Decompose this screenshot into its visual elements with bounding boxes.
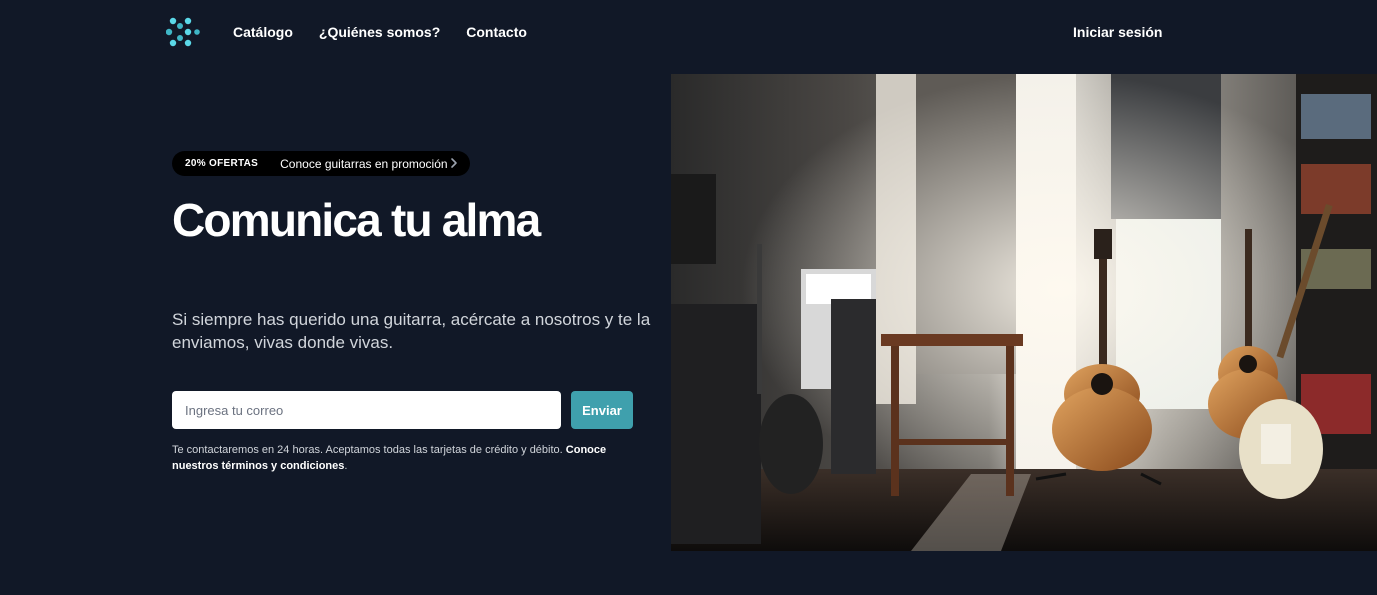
login-link[interactable]: Iniciar sesión (1073, 24, 1162, 40)
nav-link-quienes-somos[interactable]: ¿Quiénes somos? (319, 24, 440, 40)
promo-text: Conoce guitarras en promoción (280, 156, 448, 171)
hero-description: Si siempre has querido una guitarra, acé… (172, 310, 651, 352)
dots-logo-icon[interactable] (166, 16, 200, 48)
main-nav: Catálogo ¿Quiénes somos? Contacto (233, 24, 527, 40)
fine-print-end: . (344, 460, 348, 472)
guitar-room-photo (671, 74, 1377, 551)
fine-print: Te contactaremos en 24 horas. Aceptamos … (172, 442, 647, 474)
site-header: Catálogo ¿Quiénes somos? Contacto Inicia… (0, 0, 1377, 64)
promo-banner[interactable]: 20% OFERTAS Conoce guitarras en promoció… (172, 151, 470, 176)
nav-link-catalogo[interactable]: Catálogo (233, 24, 293, 40)
guitar-room-illustration (671, 74, 1377, 551)
hero-title: Comunica tu alma (172, 194, 541, 246)
nav-link-contacto[interactable]: Contacto (466, 24, 527, 40)
chevron-right-icon (451, 158, 457, 168)
promo-badge: 20% OFERTAS (185, 158, 259, 169)
fine-print-text: Te contactaremos en 24 horas. Aceptamos … (172, 444, 566, 456)
submit-button[interactable]: Enviar (571, 391, 633, 429)
email-input[interactable] (172, 391, 561, 429)
